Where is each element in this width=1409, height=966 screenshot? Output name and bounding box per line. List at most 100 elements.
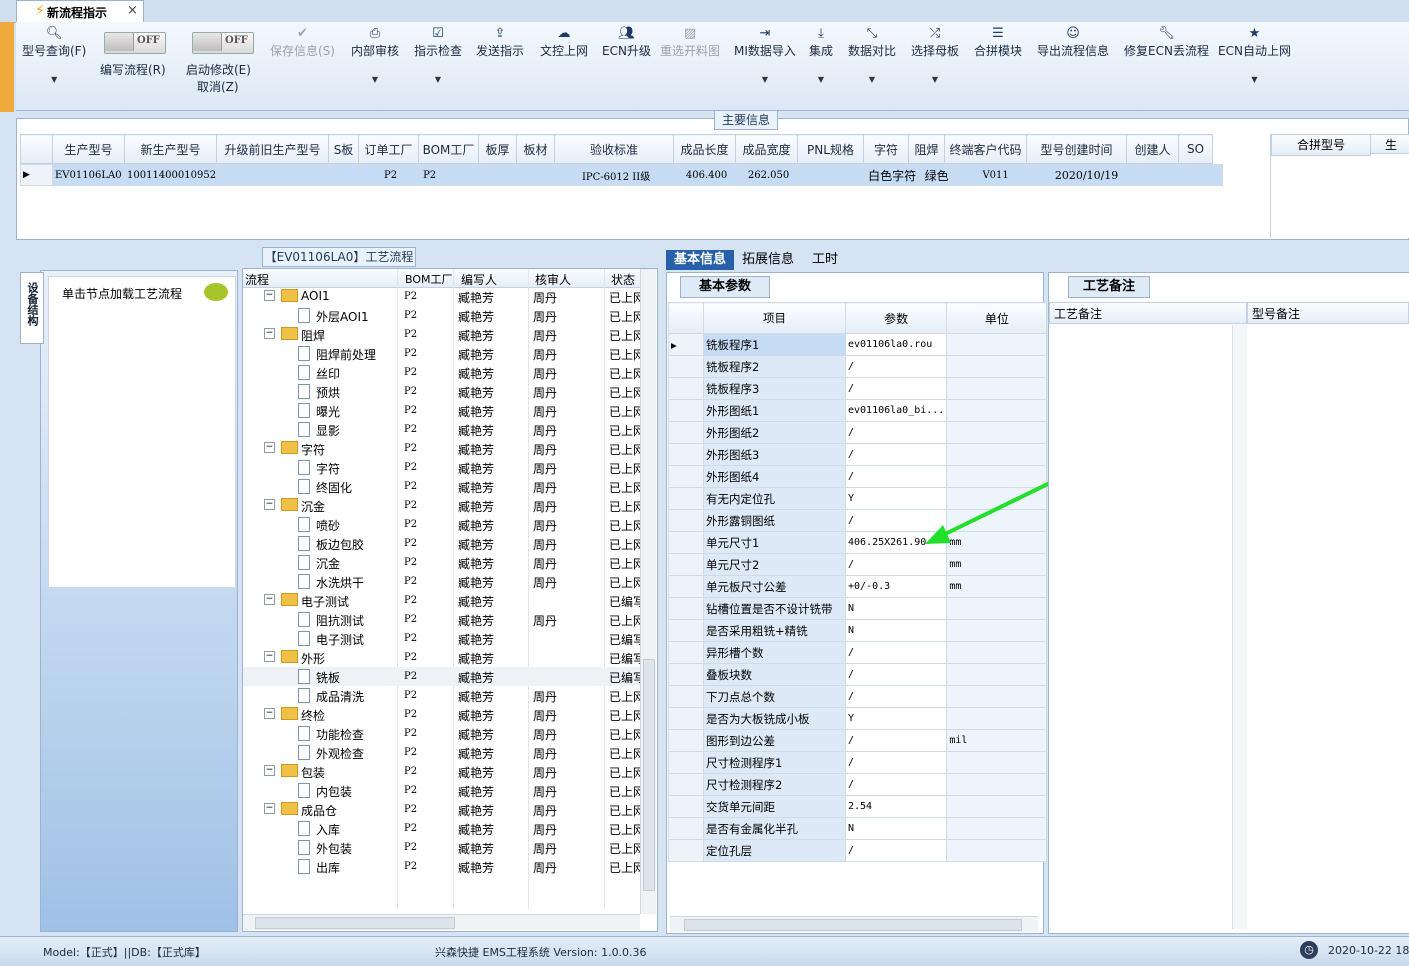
param-value[interactable]: ev01106la0.rou bbox=[844, 333, 948, 356]
param-value[interactable]: Y bbox=[844, 707, 948, 730]
scrollbar-thumb[interactable] bbox=[643, 659, 655, 891]
tree-row[interactable]: 阻焊前处理 P2 臧艳芳 周丹 已上网 bbox=[243, 344, 645, 363]
tree-row[interactable]: 丝印 P2 臧艳芳 周丹 已上网 bbox=[243, 363, 645, 382]
table-row[interactable]: 是否为大板铣成小板 Y bbox=[668, 707, 1048, 730]
tree-row[interactable]: 成品清洗 P2 臧艳芳 周丹 已上网 bbox=[243, 686, 645, 705]
tree-row[interactable]: 喷砂 P2 臧艳芳 周丹 已上网 bbox=[243, 515, 645, 534]
col-header[interactable]: PNL规格 bbox=[797, 134, 864, 164]
param-value[interactable]: ev01106la0_bi... bbox=[844, 399, 948, 422]
export-flow-button[interactable]: ☺ 导出流程信息 bbox=[1037, 26, 1109, 59]
col-header[interactable]: 流程 bbox=[245, 271, 269, 288]
tree-row[interactable]: 外包装 P2 臧艳芳 周丹 已上网 bbox=[243, 838, 645, 857]
ecn-upgrade-button[interactable]: 👥︎ ECN升级 bbox=[602, 26, 651, 59]
col-header[interactable]: 板材 bbox=[516, 134, 555, 164]
data-compare-button[interactable]: ⤡ 数据对比 ▼ bbox=[848, 26, 896, 84]
cancel-button[interactable]: 取消(Z) bbox=[197, 78, 239, 95]
tree-row[interactable]: 水洗烘干 P2 臧艳芳 周丹 已上网 bbox=[243, 572, 645, 591]
mi-import-button[interactable]: ⇥ MI数据导入 ▼ bbox=[734, 26, 796, 84]
col-header[interactable]: 字符 bbox=[863, 134, 909, 164]
tree-row[interactable]: 预烘 P2 臧艳芳 周丹 已上网 bbox=[243, 382, 645, 401]
param-value[interactable]: / bbox=[844, 685, 948, 708]
table-row[interactable]: 铣板程序2/ bbox=[668, 355, 1048, 378]
tree-row[interactable]: 电子测试 P2 臧艳芳 已编写 bbox=[243, 629, 645, 648]
tree-row[interactable]: − 成品仓 P2 臧艳芳 周丹 已上网 bbox=[243, 800, 645, 819]
table-row[interactable]: 异形槽个数 / bbox=[668, 641, 1048, 664]
param-value[interactable]: / bbox=[844, 751, 948, 774]
instruction-check-button[interactable]: ☑ 指示检查 ▼ bbox=[414, 26, 462, 84]
table-row[interactable]: 交货单元间距 2.54 bbox=[668, 795, 1048, 818]
param-value[interactable]: N bbox=[844, 619, 948, 642]
param-value[interactable]: / bbox=[844, 663, 948, 686]
splitter[interactable] bbox=[16, 240, 1409, 248]
table-row[interactable]: ▸ 铣板程序1 ev01106la0.rou bbox=[668, 333, 1048, 356]
table-row[interactable]: 是否采用粗铣+精铣 N bbox=[668, 619, 1048, 642]
col-header[interactable]: 单位 bbox=[946, 302, 1048, 334]
collapse-icon[interactable]: − bbox=[264, 708, 275, 719]
tab-basic-info[interactable]: 基本信息 bbox=[666, 250, 734, 270]
close-tab-button[interactable]: × bbox=[127, 3, 138, 18]
col-header[interactable]: 状态 bbox=[611, 271, 635, 288]
tree-row[interactable]: − 电子测试 P2 臧艳芳 已编写 bbox=[243, 591, 645, 610]
col-header[interactable]: 成品宽度 bbox=[735, 134, 798, 164]
collapse-icon[interactable]: − bbox=[264, 499, 275, 510]
fix-ecn-button[interactable]: 🔧︎ 修复ECN丢流程 bbox=[1124, 26, 1209, 59]
tree-row[interactable]: 外层AOI1 P2 臧艳芳 周丹 已上网 bbox=[243, 306, 645, 325]
col-header[interactable]: 新生产型号 bbox=[124, 134, 217, 164]
tab-extended-info[interactable]: 拓展信息 bbox=[740, 250, 796, 270]
col-header[interactable]: 创建人 bbox=[1126, 134, 1179, 164]
col-header[interactable]: 型号创建时间 bbox=[1026, 134, 1127, 164]
document-tab[interactable]: ⚡ 新流程指示 × bbox=[16, 0, 144, 22]
table-row[interactable]: 定位孔层 / bbox=[668, 839, 1048, 862]
tab-process-notes[interactable]: 工艺备注 bbox=[1068, 276, 1150, 298]
table-row[interactable]: 单元板尺寸公差 +0/-0.3 mm bbox=[668, 575, 1048, 598]
collapse-icon[interactable]: − bbox=[264, 328, 275, 339]
table-row[interactable]: 单元尺寸2/mm bbox=[668, 553, 1048, 576]
save-button[interactable]: ✔ 保存信息(S) bbox=[270, 26, 335, 59]
collapse-icon[interactable]: − bbox=[264, 803, 275, 814]
col-header[interactable]: 成品长度 bbox=[673, 134, 736, 164]
table-row[interactable]: 尺寸检测程序1/ bbox=[668, 751, 1048, 774]
col-header[interactable]: 升级前旧生产型号 bbox=[216, 134, 329, 164]
tree-row[interactable]: − 沉金 P2 臧艳芳 周丹 已上网 bbox=[243, 496, 645, 515]
tree-row[interactable]: 功能检查 P2 臧艳芳 周丹 已上网 bbox=[243, 724, 645, 743]
table-row[interactable]: ▶ EV01106LA0 10011400010952 P2 P2 IPC-60… bbox=[20, 164, 1224, 186]
col-header[interactable]: 参数 bbox=[844, 302, 948, 334]
ecn-auto-button[interactable]: ★ ECN自动上网 ▼ bbox=[1218, 26, 1291, 84]
tab-work-hours[interactable]: 工时 bbox=[806, 250, 844, 270]
param-value[interactable]: / bbox=[844, 377, 948, 400]
col-header[interactable]: 编写人 bbox=[461, 271, 497, 288]
param-value[interactable]: 2.54 bbox=[844, 795, 948, 818]
tree-row[interactable]: − AOI1 P2 臧艳芳 周丹 已上网 bbox=[243, 287, 645, 306]
param-value[interactable]: / bbox=[844, 729, 948, 752]
table-row[interactable]: 下刀点总个数 / bbox=[668, 685, 1048, 708]
tree-row[interactable]: 沉金 P2 臧艳芳 周丹 已上网 bbox=[243, 553, 645, 572]
col-header[interactable]: 生 bbox=[1370, 134, 1409, 154]
select-master-button[interactable]: ⤮ 选择母板 ▼ bbox=[911, 26, 959, 84]
horizontal-scrollbar[interactable] bbox=[243, 914, 640, 930]
col-header[interactable]: BOM工厂 bbox=[405, 271, 453, 287]
col-header[interactable]: 工艺备注 bbox=[1049, 302, 1247, 324]
col-header[interactable]: BOM工厂 bbox=[418, 134, 479, 164]
table-row[interactable]: 图形到边公差 / mil bbox=[668, 729, 1048, 752]
merge-module-button[interactable]: ☰ 合拼模块 bbox=[974, 26, 1022, 59]
collapse-icon[interactable]: − bbox=[264, 765, 275, 776]
horizontal-scrollbar[interactable] bbox=[670, 916, 1038, 932]
table-row[interactable]: 外形图纸1 ev01106la0_bi... bbox=[668, 399, 1048, 422]
param-value[interactable]: N bbox=[844, 597, 948, 620]
col-header[interactable]: S板 bbox=[328, 134, 359, 164]
tree-row[interactable]: − 包装 P2 臧艳芳 周丹 已上网 bbox=[243, 762, 645, 781]
collapse-icon[interactable]: − bbox=[264, 290, 275, 301]
table-row[interactable]: 钻槽位置是否不设计铣带 N bbox=[668, 597, 1048, 620]
tree-row[interactable]: − 阻焊 P2 臧艳芳 周丹 已上网 bbox=[243, 325, 645, 344]
param-value[interactable]: / bbox=[844, 839, 948, 862]
doc-upload-button[interactable]: ☁ 文控上网 bbox=[540, 26, 588, 59]
load-hint-box[interactable] bbox=[48, 276, 236, 588]
collapse-icon[interactable]: − bbox=[264, 594, 275, 605]
table-row[interactable]: 是否有金属化半孔 N bbox=[668, 817, 1048, 840]
col-header[interactable]: 项目 bbox=[703, 302, 846, 334]
table-row[interactable]: 叠板块数 / bbox=[668, 663, 1048, 686]
col-header[interactable]: 验收标准 bbox=[554, 134, 674, 164]
tree-row[interactable]: − 外形 P2 臧艳芳 已编写 bbox=[243, 648, 645, 667]
col-header[interactable]: 合拼型号 bbox=[1271, 134, 1371, 156]
tree-row[interactable]: 外观检查 P2 臧艳芳 周丹 已上网 bbox=[243, 743, 645, 762]
